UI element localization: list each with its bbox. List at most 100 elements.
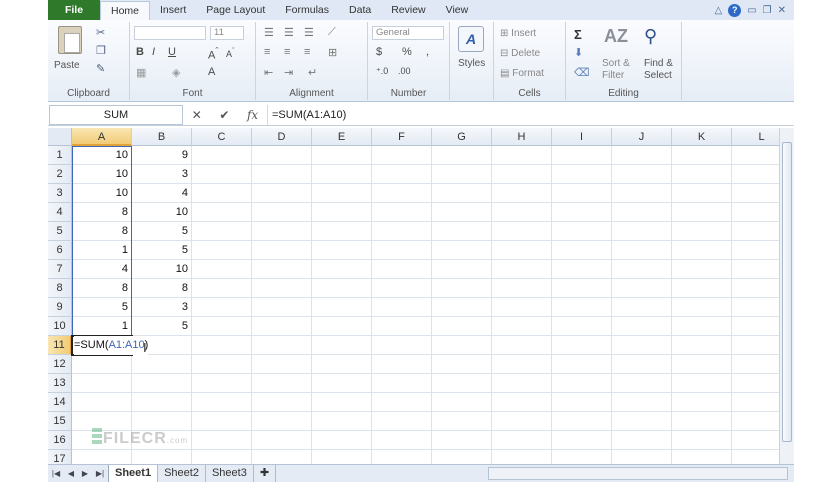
cell[interactable]	[372, 146, 432, 165]
cell[interactable]	[672, 279, 732, 298]
sheet-tab-sheet2[interactable]: Sheet2	[158, 465, 206, 482]
cell[interactable]	[672, 393, 732, 412]
column-header[interactable]: A	[72, 128, 132, 146]
cell[interactable]	[612, 222, 672, 241]
cell[interactable]	[192, 374, 252, 393]
cell[interactable]	[612, 241, 672, 260]
cell[interactable]	[372, 241, 432, 260]
cell[interactable]	[192, 412, 252, 431]
cell[interactable]	[432, 336, 492, 355]
format-cells-button[interactable]: ▤ Format	[500, 68, 544, 79]
row-header[interactable]: 2	[48, 165, 72, 184]
row-header[interactable]: 8	[48, 279, 72, 298]
insert-sheet-icon[interactable]: ✚	[254, 465, 277, 482]
merge-center-icon[interactable]: ⊞	[328, 46, 337, 59]
find-select-icon[interactable]: ⚲	[644, 26, 657, 47]
cell[interactable]	[432, 412, 492, 431]
currency-button[interactable]: $	[376, 46, 382, 58]
cell[interactable]	[312, 222, 372, 241]
cell[interactable]	[252, 393, 312, 412]
column-header[interactable]: C	[192, 128, 252, 146]
cell[interactable]	[612, 336, 672, 355]
paste-icon[interactable]	[58, 26, 82, 54]
cell[interactable]	[672, 355, 732, 374]
cell[interactable]	[72, 374, 132, 393]
cell[interactable]	[372, 260, 432, 279]
cell[interactable]	[672, 317, 732, 336]
row-header[interactable]: 5	[48, 222, 72, 241]
cell[interactable]	[252, 431, 312, 450]
cell[interactable]	[132, 393, 192, 412]
row-header[interactable]: 9	[48, 298, 72, 317]
cell[interactable]	[432, 222, 492, 241]
cell[interactable]	[552, 203, 612, 222]
row-header[interactable]: 12	[48, 355, 72, 374]
cell[interactable]	[372, 374, 432, 393]
cell[interactable]: 3	[132, 298, 192, 317]
cell[interactable]: 8	[72, 203, 132, 222]
restore-icon[interactable]: ❐	[763, 5, 772, 16]
cell[interactable]	[612, 165, 672, 184]
cell[interactable]	[192, 336, 252, 355]
cell[interactable]: 4	[132, 184, 192, 203]
font-size-select[interactable]: 11	[210, 26, 244, 40]
close-icon[interactable]: ✕	[778, 5, 786, 16]
cell[interactable]	[192, 146, 252, 165]
cell[interactable]: 8	[72, 222, 132, 241]
vertical-scrollbar[interactable]	[779, 128, 794, 464]
insert-function-icon[interactable]: fx	[247, 108, 258, 122]
cell[interactable]	[672, 184, 732, 203]
column-header[interactable]: K	[672, 128, 732, 146]
next-sheet-icon[interactable]: ▶	[82, 469, 88, 478]
cell[interactable]	[612, 393, 672, 412]
cell[interactable]	[252, 260, 312, 279]
comma-button[interactable]: ,	[426, 46, 429, 58]
last-sheet-icon[interactable]: ▶|	[96, 469, 104, 478]
row-header[interactable]: 1	[48, 146, 72, 165]
column-header[interactable]: H	[492, 128, 552, 146]
cell[interactable]	[492, 165, 552, 184]
tab-formulas[interactable]: Formulas	[275, 0, 339, 20]
clear-icon[interactable]: ⌫	[574, 66, 590, 79]
cell[interactable]	[312, 355, 372, 374]
cell[interactable]	[252, 165, 312, 184]
cell[interactable]	[312, 393, 372, 412]
cell[interactable]	[432, 146, 492, 165]
cell[interactable]	[672, 431, 732, 450]
cell[interactable]	[312, 336, 372, 355]
cell[interactable]	[192, 184, 252, 203]
cell[interactable]	[492, 431, 552, 450]
cell[interactable]	[492, 203, 552, 222]
cell[interactable]	[552, 298, 612, 317]
underline-button[interactable]: U	[168, 46, 176, 58]
cell[interactable]	[432, 260, 492, 279]
cell[interactable]	[312, 298, 372, 317]
cell[interactable]	[192, 279, 252, 298]
cell[interactable]	[492, 241, 552, 260]
sheet-tab-sheet1[interactable]: Sheet1	[108, 465, 159, 482]
sort-filter-button[interactable]: Sort &	[602, 58, 630, 69]
cell[interactable]	[432, 431, 492, 450]
cell[interactable]	[372, 203, 432, 222]
cell[interactable]	[432, 203, 492, 222]
column-header[interactable]: I	[552, 128, 612, 146]
tab-view[interactable]: View	[436, 0, 479, 20]
cell[interactable]	[372, 393, 432, 412]
cell[interactable]	[552, 336, 612, 355]
cell[interactable]	[312, 279, 372, 298]
copy-icon[interactable]: ❐	[96, 44, 106, 57]
cell[interactable]	[252, 317, 312, 336]
cell[interactable]	[372, 336, 432, 355]
help-icon[interactable]: ?	[728, 3, 742, 17]
cell[interactable]	[192, 260, 252, 279]
increase-decimal-button[interactable]: ⁺.0	[376, 66, 388, 77]
sheet-tab-sheet3[interactable]: Sheet3	[206, 465, 254, 482]
cell[interactable]	[372, 279, 432, 298]
row-header[interactable]: 15	[48, 412, 72, 431]
cell[interactable]: 5	[132, 222, 192, 241]
autosum-icon[interactable]: Σ	[574, 27, 582, 42]
row-header[interactable]: 11	[48, 336, 72, 355]
cell[interactable]	[252, 374, 312, 393]
cell[interactable]	[252, 241, 312, 260]
format-painter-icon[interactable]: ✎	[96, 62, 105, 75]
